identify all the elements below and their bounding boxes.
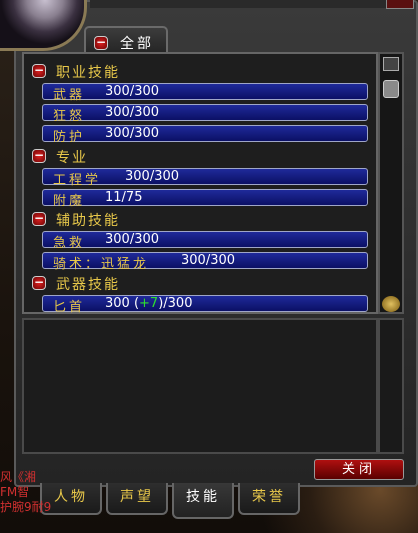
title-bar: ········· (90, 0, 390, 8)
collapse-icon[interactable]: − (32, 276, 46, 290)
skill-value-base: 300 ( (105, 296, 140, 311)
skill-name: 匕首 (53, 300, 86, 315)
skill-detail-panel (22, 318, 378, 454)
collapse-icon[interactable]: − (32, 64, 46, 78)
collapse-icon[interactable]: − (32, 212, 46, 226)
skill-name: 附魔 (53, 194, 86, 209)
skill-value: 300/300 (105, 84, 160, 99)
skill-row[interactable]: 骑术：迅猛龙 300/300 (42, 252, 368, 272)
collapse-all-icon[interactable]: − (94, 36, 108, 50)
chat-line: FM智 (0, 485, 30, 499)
skill-list: − 职业技能 武器 300/300 狂怒 300/300 防护 300/300 … (22, 52, 378, 315)
skill-name: 防护 (53, 130, 86, 145)
skill-list-scrollbar[interactable] (378, 52, 404, 314)
tab-reputation[interactable]: 声望 (106, 483, 168, 515)
filter-tab-label: 全部 (120, 36, 154, 52)
skill-value: 300 (+7)/300 (105, 296, 192, 311)
skill-value: 300/300 (105, 232, 160, 247)
skill-name: 工程学 (53, 173, 102, 188)
skill-row[interactable]: 狂怒 300/300 (42, 104, 368, 124)
skill-value: 300/300 (181, 253, 236, 268)
close-x-button[interactable] (386, 0, 414, 9)
skill-value: 300/300 (125, 169, 180, 184)
scroll-thumb[interactable] (383, 80, 399, 98)
skill-name: 骑术：迅猛龙 (53, 257, 150, 272)
skill-name: 急救 (53, 236, 86, 251)
skill-row[interactable]: 匕首 300 (+7)/300 (42, 295, 368, 315)
skill-name: 武器 (53, 88, 86, 103)
window-title: ········· (190, 0, 245, 7)
chat-line: 风《湘 (0, 470, 37, 484)
skill-row[interactable]: 工程学 300/300 (42, 168, 368, 188)
chat-overlay: 风《湘 FM智 护腕9耐9 (0, 470, 110, 533)
scroll-to-bottom-icon[interactable] (382, 296, 400, 312)
close-button[interactable]: 关闭 (314, 459, 404, 480)
skill-value: 300/300 (105, 105, 160, 120)
skill-row[interactable]: 武器 300/300 (42, 83, 368, 103)
skill-value-bonus: +7 (139, 296, 159, 311)
section-title: 辅助技能 (56, 213, 120, 229)
tab-skills[interactable]: 技能 (172, 483, 234, 519)
skill-row[interactable]: 附魔 11/75 (42, 189, 368, 209)
skill-row[interactable]: 防护 300/300 (42, 125, 368, 145)
section-title: 职业技能 (56, 65, 120, 81)
detail-scrollbar[interactable] (378, 318, 404, 454)
skill-row[interactable]: 急救 300/300 (42, 231, 368, 251)
skill-value: 11/75 (105, 190, 143, 205)
section-title: 专业 (56, 150, 88, 166)
scroll-up-button[interactable] (383, 57, 399, 71)
collapse-icon[interactable]: − (32, 149, 46, 163)
skill-value: 300/300 (105, 126, 160, 141)
skill-name: 狂怒 (53, 109, 86, 124)
tab-honor[interactable]: 荣誉 (238, 483, 300, 515)
skill-value-max: )/300 (158, 296, 193, 311)
chat-line: 护腕9耐9 (0, 500, 52, 514)
section-title: 武器技能 (56, 277, 120, 293)
